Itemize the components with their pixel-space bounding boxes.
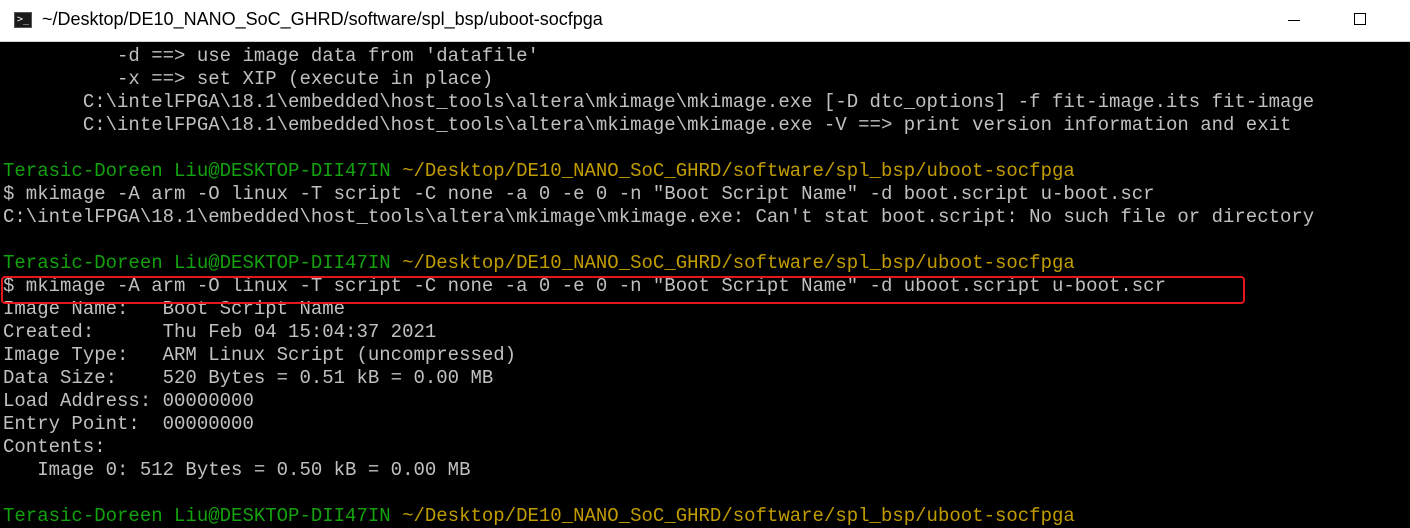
output-line: Created: Thu Feb 04 15:04:37 2021 (3, 321, 437, 343)
terminal-icon: >_ (14, 12, 32, 28)
terminal-line: -x ==> set XIP (execute in place) (3, 68, 494, 90)
output-line: Entry Point: 00000000 (3, 413, 254, 435)
prompt-user: Terasic-Doreen Liu@DESKTOP-DII47IN (3, 252, 391, 274)
highlighted-command-line: $ mkimage -A arm -O linux -T script -C n… (3, 275, 1166, 297)
output-line: Image Name: Boot Script Name (3, 298, 346, 320)
output-line: Image Type: ARM Linux Script (uncompress… (3, 344, 517, 366)
terminal-line: -d ==> use image data from 'datafile' (3, 45, 539, 67)
command-line: $ mkimage -A arm -O linux -T script -C n… (3, 183, 1155, 205)
terminal-line: C:\intelFPGA\18.1\embedded\host_tools\al… (3, 91, 1315, 113)
maximize-icon (1354, 13, 1366, 25)
prompt-line: Terasic-Doreen Liu@DESKTOP-DII47IN ~/Des… (3, 160, 1075, 183)
terminal-output[interactable]: -d ==> use image data from 'datafile' -x… (0, 42, 1410, 528)
title-bar[interactable]: >_ ~/Desktop/DE10_NANO_SoC_GHRD/software… (0, 0, 1410, 42)
output-line: Data Size: 520 Bytes = 0.51 kB = 0.00 MB (3, 367, 494, 389)
prompt-path: ~/Desktop/DE10_NANO_SoC_GHRD/software/sp… (390, 252, 1075, 274)
prompt-path: ~/Desktop/DE10_NANO_SoC_GHRD/software/sp… (390, 505, 1075, 527)
output-line: Contents: (3, 436, 106, 458)
prompt-user: Terasic-Doreen Liu@DESKTOP-DII47IN (3, 160, 391, 182)
terminal-line: C:\intelFPGA\18.1\embedded\host_tools\al… (3, 114, 1292, 136)
prompt-user: Terasic-Doreen Liu@DESKTOP-DII47IN (3, 505, 391, 527)
window-title: ~/Desktop/DE10_NANO_SoC_GHRD/software/sp… (42, 9, 603, 29)
prompt-path: ~/Desktop/DE10_NANO_SoC_GHRD/software/sp… (390, 160, 1075, 182)
prompt-line: Terasic-Doreen Liu@DESKTOP-DII47IN ~/Des… (3, 252, 1075, 275)
error-line: C:\intelFPGA\18.1\embedded\host_tools\al… (3, 206, 1315, 228)
minimize-icon (1288, 20, 1300, 21)
maximize-button[interactable] (1330, 0, 1390, 41)
output-line: Load Address: 00000000 (3, 390, 254, 412)
terminal-window: >_ ~/Desktop/DE10_NANO_SoC_GHRD/software… (0, 0, 1410, 528)
prompt-line: Terasic-Doreen Liu@DESKTOP-DII47IN ~/Des… (3, 505, 1075, 528)
output-line: Image 0: 512 Bytes = 0.50 kB = 0.00 MB (3, 459, 471, 481)
minimize-button[interactable] (1268, 0, 1328, 41)
